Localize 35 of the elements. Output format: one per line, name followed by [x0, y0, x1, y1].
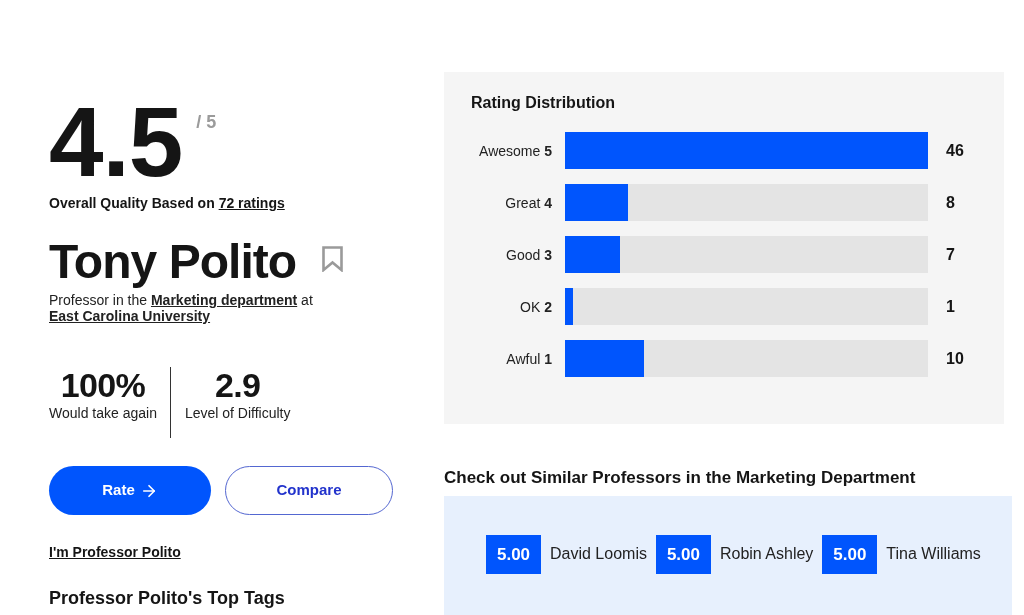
- rating-label: Awful 1: [505, 349, 552, 368]
- affiliation-link[interactable]: East Carolina University: [49, 308, 211, 324]
- stat-label: Would take again: [49, 404, 157, 422]
- rating-label: Good 3: [505, 245, 552, 264]
- similar-professor-link[interactable]: Tina Williams: [886, 544, 981, 565]
- stat-value: 100%: [60, 368, 146, 402]
- rating-label: Great 4: [504, 193, 552, 212]
- affiliation-text: Professor in the Marketing department at East Carolina University: [49, 292, 314, 324]
- stat-label: Level of Difficulty: [184, 404, 291, 422]
- rating-count: 8: [946, 192, 955, 213]
- stat-value: 2.9: [215, 368, 261, 402]
- rating-count: 1: [946, 296, 955, 317]
- rate-button[interactable]: Rate: [49, 466, 211, 515]
- ratings-link[interactable]: 72 ratings: [218, 195, 285, 211]
- quality-caption: Overall Quality Based on 72 ratings: [49, 194, 286, 213]
- rating-count: 46: [946, 140, 964, 161]
- top-tags-heading: Professor Polito's Top Tags: [49, 587, 286, 609]
- similar-professor-link[interactable]: David Loomis: [550, 544, 647, 565]
- rating-label: Awesome 5: [478, 141, 552, 160]
- rating-badge: 5.00: [486, 534, 541, 574]
- professor-name: Tony Polito: [49, 238, 297, 286]
- bookmark-icon[interactable]: [322, 246, 344, 272]
- claim-profile-link[interactable]: I'm Professor Polito: [49, 544, 181, 560]
- rating-badge: 5.00: [822, 534, 878, 574]
- overall-score: 4.5: [49, 93, 183, 191]
- similar-professor-link[interactable]: Robin Ashley: [719, 544, 814, 565]
- rating-count: 7: [946, 244, 955, 265]
- rating-label: OK 2: [519, 297, 552, 316]
- distribution-title: Rating Distribution: [471, 93, 616, 113]
- compare-button[interactable]: Compare: [225, 466, 393, 515]
- rating-badge: 5.00: [655, 534, 711, 574]
- rating-count: 10: [946, 348, 964, 369]
- similar-professors-heading: Check out Similar Professors in the Marketing Department: [444, 466, 917, 488]
- affiliation-link[interactable]: Marketing department: [150, 292, 298, 308]
- score-scale: / 5: [196, 111, 217, 133]
